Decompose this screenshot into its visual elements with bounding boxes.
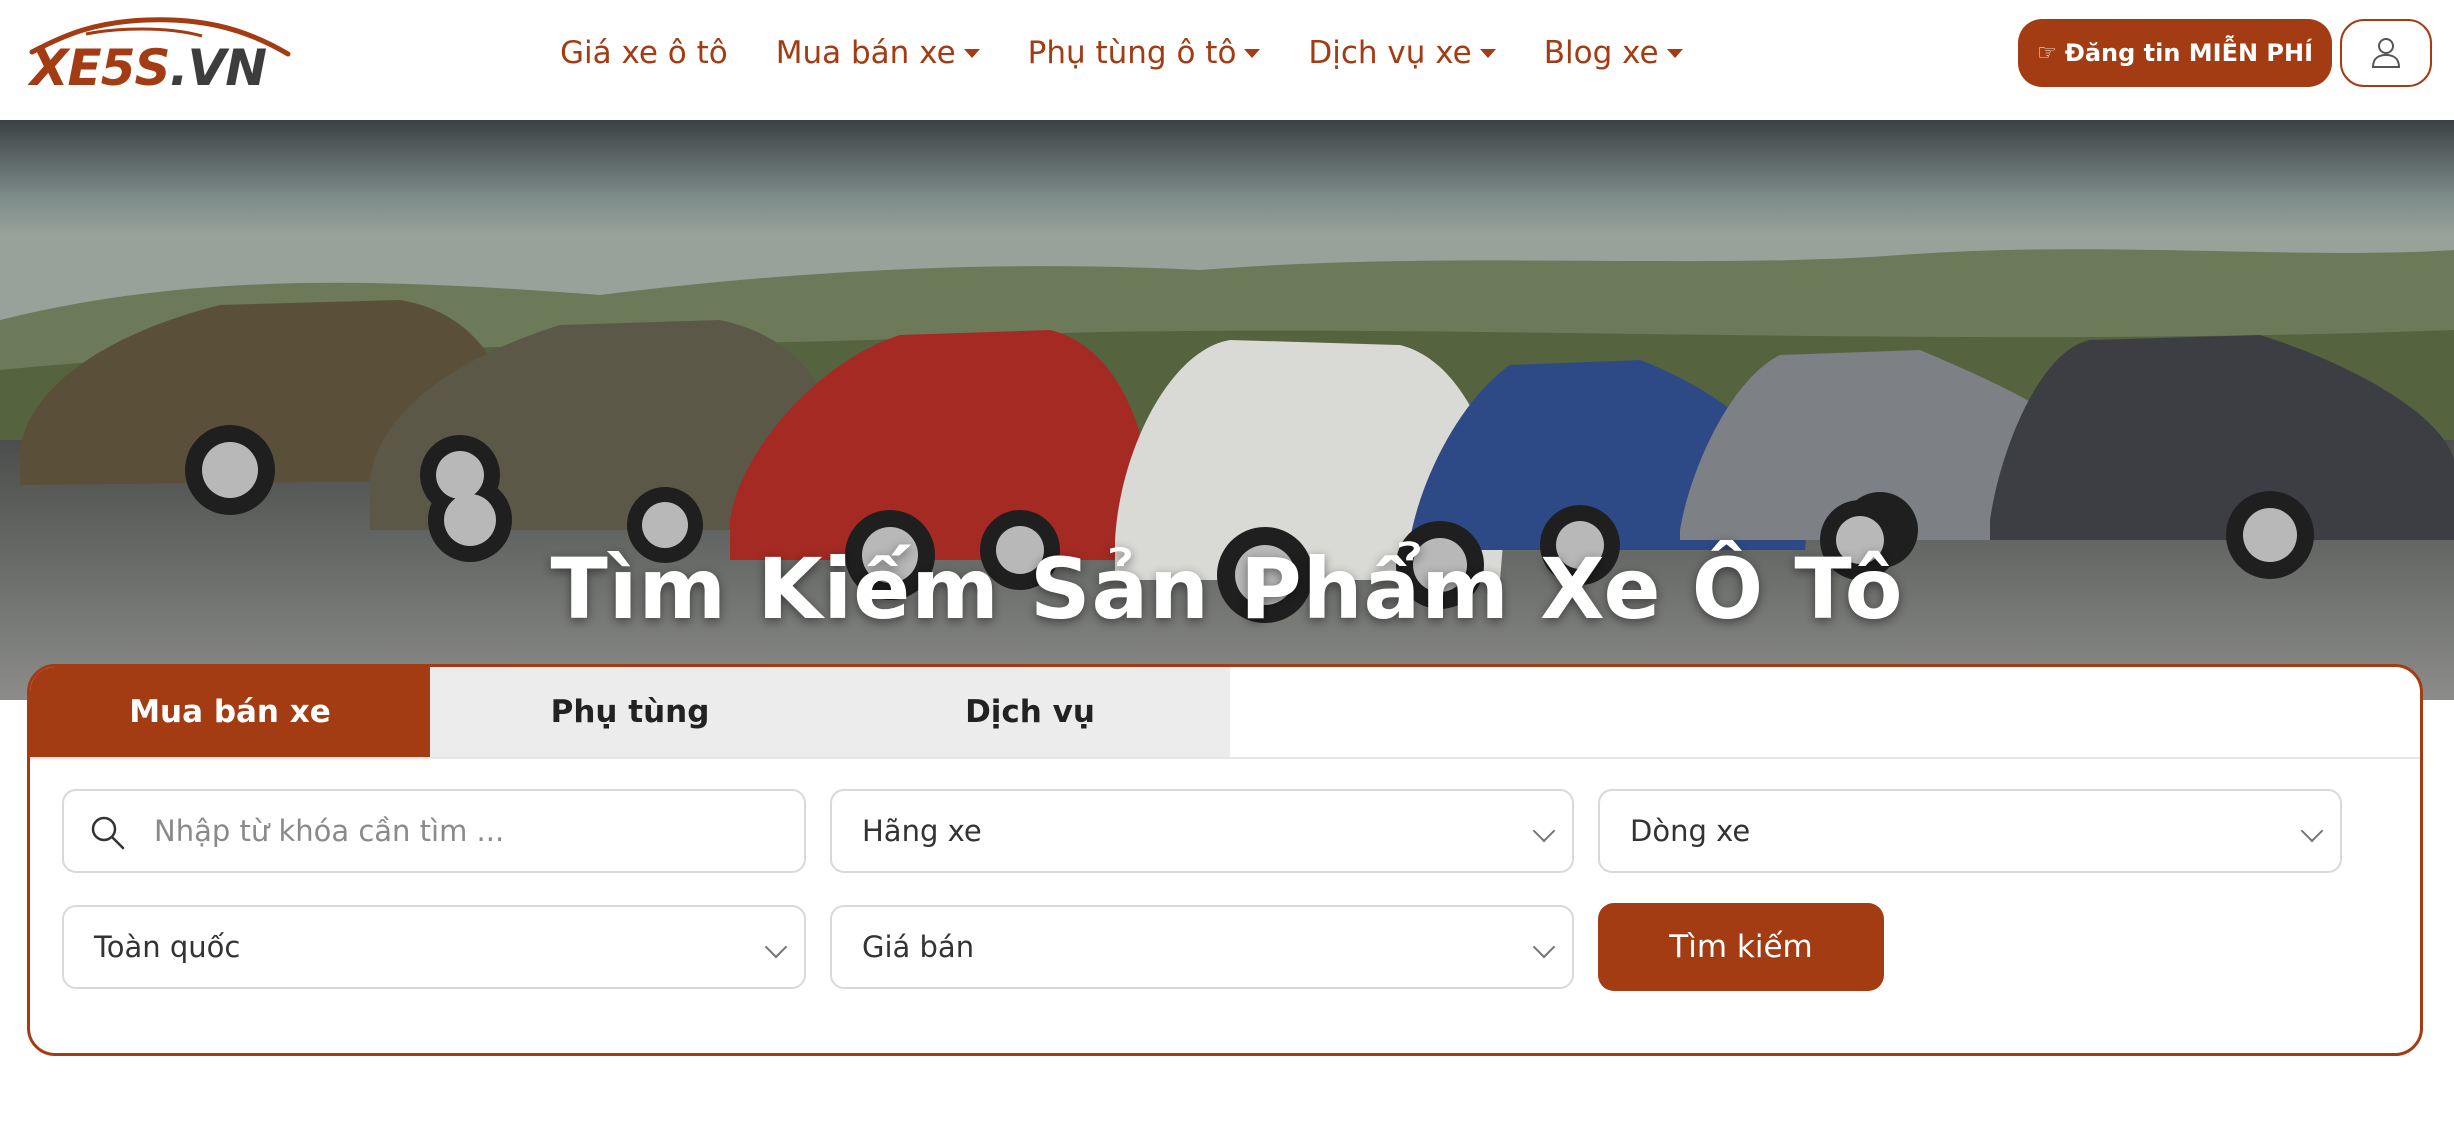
caret-down-icon <box>963 48 980 58</box>
tabs-divider <box>30 757 2420 759</box>
price-select-value: Giá bán <box>862 930 975 964</box>
location-select-value: Toàn quốc <box>94 930 241 964</box>
caret-down-icon <box>1479 48 1496 58</box>
keyword-search-field[interactable] <box>62 789 806 873</box>
tab-phu-tung[interactable]: Phụ tùng <box>430 667 830 757</box>
price-select[interactable]: Giá bán <box>830 905 1574 989</box>
tab-mua-ban-xe[interactable]: Mua bán xe <box>30 667 430 757</box>
tab-dich-vu[interactable]: Dịch vụ <box>830 667 1230 757</box>
model-select-value: Dòng xe <box>1630 814 1751 848</box>
search-tabs: Mua bán xe Phụ tùng Dịch vụ <box>30 667 1230 757</box>
nav-item-phu-tung[interactable]: Phụ tùng ô tô <box>1028 35 1261 71</box>
logo-text: XE5S.VN <box>30 39 267 97</box>
chevron-down-icon <box>2300 819 2324 843</box>
search-input[interactable] <box>154 791 784 871</box>
nav-item-gia-xe[interactable]: Giá xe ô tô <box>560 35 728 71</box>
nav-item-mua-ban-xe[interactable]: Mua bán xe <box>776 35 980 71</box>
location-select[interactable]: Toàn quốc <box>62 905 806 989</box>
chevron-down-icon <box>1532 935 1556 959</box>
chevron-down-icon <box>764 935 788 959</box>
nav-item-dich-vu[interactable]: Dịch vụ xe <box>1308 35 1496 71</box>
site-logo[interactable]: XE5S.VN <box>26 14 298 98</box>
post-free-listing-button[interactable]: ☞ Đăng tin MIỄN PHÍ <box>2018 19 2332 87</box>
nav-item-blog[interactable]: Blog xe <box>1544 35 1683 71</box>
hero-title: Tìm Kiếm Sản Phẩm Xe Ô Tô <box>550 540 1904 638</box>
caret-down-icon <box>1666 48 1683 58</box>
hero-banner: Tìm Kiếm Sản Phẩm Xe Ô Tô <box>0 120 2454 700</box>
brand-select-value: Hãng xe <box>862 814 982 848</box>
user-account-button[interactable] <box>2340 19 2432 87</box>
main-nav: Giá xe ô tô Mua bán xe Phụ tùng ô tô Dịc… <box>560 28 1731 78</box>
search-submit-button[interactable]: Tìm kiếm <box>1598 903 1884 991</box>
search-panel: Mua bán xe Phụ tùng Dịch vụ Hãng xe Dòng… <box>27 664 2423 1056</box>
user-icon <box>2371 38 2401 68</box>
site-header: XE5S.VN Giá xe ô tô Mua bán xe Phụ tùng … <box>0 0 2454 120</box>
search-icon <box>91 816 125 850</box>
chevron-down-icon <box>1532 819 1556 843</box>
model-select[interactable]: Dòng xe <box>1598 789 2342 873</box>
caret-down-icon <box>1244 48 1261 58</box>
hand-pointer-icon: ☞ <box>2036 40 2057 66</box>
brand-select[interactable]: Hãng xe <box>830 789 1574 873</box>
